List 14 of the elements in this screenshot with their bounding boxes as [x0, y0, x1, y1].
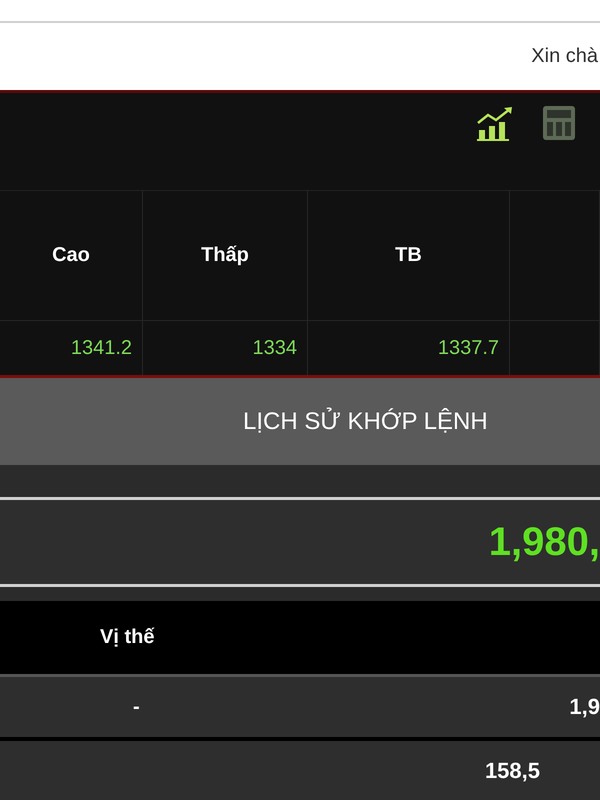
table-cell: 1,9	[569, 694, 600, 720]
calculator-icon[interactable]	[542, 105, 576, 141]
section-title: LỊCH SỬ KHỚP LỆNH	[243, 408, 488, 436]
table-cell: 1337.7	[438, 336, 499, 360]
total-value: 1,980,	[488, 520, 600, 564]
column-header: TB	[395, 244, 422, 267]
column-header: Thấp	[201, 244, 249, 267]
table-cell: 1341.2	[70, 336, 132, 360]
table-cell: 1334	[252, 336, 297, 360]
greeting-text: Xin chà	[531, 45, 599, 68]
column-header: Vị thế	[100, 626, 154, 649]
column-header: Cao	[52, 244, 90, 267]
table-cell-text: -	[132, 696, 140, 718]
table-cell-text: 158,5	[484, 758, 541, 784]
